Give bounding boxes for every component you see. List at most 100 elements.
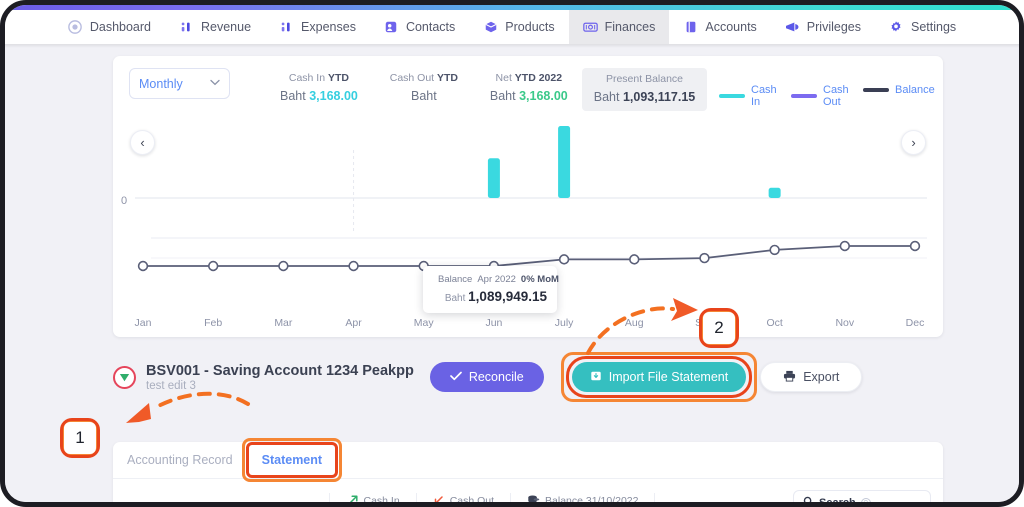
- x-axis-label: Oct: [766, 317, 783, 329]
- revenue-icon: [179, 20, 194, 35]
- kpi-value: Baht: [411, 89, 437, 103]
- nav-label: Settings: [910, 20, 957, 34]
- nav-item-accounts[interactable]: Accounts: [669, 10, 770, 44]
- nav-label: Finances: [604, 20, 656, 34]
- nav-label: Dashboard: [89, 20, 151, 34]
- tooltip-mom: 0% MoM: [520, 274, 559, 285]
- nav-item-contacts[interactable]: Contacts: [370, 10, 469, 44]
- nav-label: Revenue: [201, 20, 252, 34]
- marker-inner-ring: [60, 418, 100, 458]
- legend-swatch: [791, 94, 817, 98]
- reconcile-button[interactable]: Reconcile: [429, 362, 544, 392]
- kpi-label: Present Balance: [605, 73, 684, 85]
- kpi-cash-in-ytd: Cash In YTD Baht 3,168.00: [266, 68, 372, 109]
- nav-item-privileges[interactable]: Privileges: [771, 10, 875, 44]
- finances-chart-card: Monthly Cash In YTD Baht 3,168.00 Cash O…: [113, 56, 943, 337]
- period-select[interactable]: Monthly: [129, 68, 230, 99]
- legend-swatch: [719, 94, 745, 98]
- statement-summary: Period 01/10/2022 - 31/10/2022 Cash In 0…: [113, 479, 943, 502]
- kpi-net-ytd: Net YTD 2022 Baht 3,168.00: [476, 68, 582, 109]
- privileges-icon: [785, 20, 800, 35]
- kpi-label: Cash Out YTD: [389, 72, 459, 84]
- arrow-in-icon: [347, 494, 359, 502]
- x-axis-label: July: [554, 317, 574, 329]
- help-icon[interactable]: ?: [860, 498, 871, 502]
- products-icon: [483, 20, 498, 35]
- x-axis-labels: JanFebMarAprMayJunJulyAugSepOctNovDec: [113, 317, 943, 331]
- top-gradient-bar: [5, 5, 1019, 10]
- x-axis-label: Dec: [905, 317, 925, 329]
- export-label: Export: [803, 370, 840, 384]
- summary-cash-in: Cash In 0.00 Baht: [330, 494, 416, 502]
- kpi-label: Cash In YTD: [288, 72, 349, 84]
- nav-item-expenses[interactable]: Expenses: [265, 10, 370, 44]
- chart-next-button[interactable]: ›: [901, 130, 926, 155]
- x-axis-label: Nov: [835, 317, 855, 329]
- statement-tabs[interactable]: Accounting Record Statement: [113, 438, 943, 482]
- search-box[interactable]: Search ? Search by remark, amount, n: [793, 490, 931, 502]
- nav-item-revenue[interactable]: Revenue: [165, 10, 265, 44]
- nav-item-products[interactable]: Products: [469, 10, 568, 44]
- legend-label: Cash In: [751, 84, 777, 108]
- summary-label-row: Balance 31/10/2022: [527, 494, 639, 502]
- tooltip-value: 1,089,949.15: [468, 289, 547, 304]
- nav-label: Contacts: [405, 20, 456, 34]
- nav-label: Products: [505, 20, 555, 34]
- x-axis-label: Mar: [274, 317, 293, 329]
- legend-item-balance: Balance: [863, 84, 935, 96]
- tooltip-value-row: Baht 1,089,949.15: [433, 289, 547, 304]
- chart-header: Monthly Cash In YTD Baht 3,168.00 Cash O…: [113, 56, 943, 114]
- main-navigation[interactable]: Dashboard Revenue Expenses Contacts Prod…: [5, 10, 1019, 44]
- accounts-icon: [683, 20, 698, 35]
- tooltip-currency: Baht: [444, 293, 466, 304]
- kpi-label: Net YTD 2022: [495, 72, 563, 84]
- import-file-statement-button[interactable]: Import File Statement: [571, 362, 747, 392]
- chart-legend: Cash In Cash Out Balance: [719, 68, 935, 108]
- summary-label-row: Cash Out: [433, 494, 495, 502]
- legend-item-cash-in: Cash In: [719, 84, 783, 108]
- import-file-icon: [590, 370, 602, 385]
- x-axis-label: Aug: [624, 317, 644, 329]
- kpi-cash-out-ytd: Cash Out YTD Baht: [372, 68, 476, 109]
- nav-item-finances[interactable]: Finances: [568, 10, 670, 44]
- expenses-icon: [279, 20, 294, 35]
- printer-icon: [783, 370, 796, 385]
- nav-item-dashboard[interactable]: Dashboard: [54, 10, 165, 44]
- summary-divider: [654, 493, 656, 502]
- annotation-marker-1: 1: [60, 418, 100, 458]
- arrow-out-icon: [433, 494, 445, 502]
- nav-item-settings[interactable]: Settings: [875, 10, 970, 44]
- tab-statement[interactable]: Statement: [241, 438, 343, 482]
- tab-accounting-record[interactable]: Accounting Record: [113, 442, 247, 478]
- tab-label: Statement: [261, 453, 323, 467]
- summary-label: Balance 31/10/2022: [545, 495, 639, 502]
- kpi-value: Baht 3,168.00: [489, 89, 568, 103]
- export-button[interactable]: Export: [760, 362, 863, 392]
- account-avatar-icon: [113, 365, 136, 389]
- import-button-highlight-wrapper: Import File Statement: [560, 352, 758, 402]
- settings-icon: [889, 20, 904, 35]
- search-label: Search: [819, 497, 856, 502]
- kpi-value: Baht 1,093,117.15: [593, 90, 696, 104]
- app-window: Dashboard Revenue Expenses Contacts Prod…: [0, 0, 1024, 507]
- summary-label-row: Cash In: [346, 494, 400, 502]
- tooltip-series: Balance: [438, 274, 473, 285]
- tooltip-period: Apr 2022: [477, 274, 516, 285]
- x-axis-label: Jan: [134, 317, 152, 329]
- search-icon: [803, 496, 814, 502]
- x-axis-label: Jun: [485, 317, 503, 329]
- x-axis-label: Feb: [204, 317, 223, 329]
- period-select-value: Monthly: [139, 76, 183, 91]
- chart-prev-button[interactable]: ‹: [130, 130, 155, 155]
- finances-icon: [582, 20, 598, 35]
- marker-inner-ring: [699, 308, 739, 348]
- nav-label: Privileges: [806, 20, 861, 34]
- chart-plot-area: ‹ › 0 Balance Apr 2022 0% MoM Baht 1,089…: [113, 114, 943, 337]
- summary-balance: Balance 31/10/2022 204,068.95 Baht: [511, 494, 654, 502]
- account-subtitle: test edit 3: [146, 379, 196, 392]
- kpi-group: Cash In YTD Baht 3,168.00 Cash Out YTD B…: [266, 68, 708, 111]
- coins-icon: [527, 494, 540, 502]
- check-icon: [449, 370, 462, 384]
- summary-label: Cash Out: [449, 495, 495, 502]
- dashboard-icon: [68, 20, 83, 35]
